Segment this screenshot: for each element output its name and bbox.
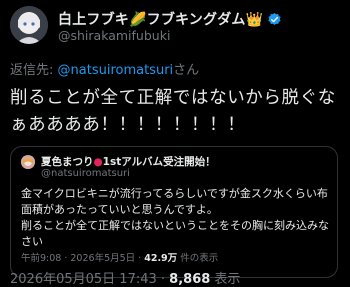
verified-badge-icon (268, 12, 281, 25)
quoted-name-text: 夏色まつり (41, 156, 94, 168)
author-display-name[interactable]: 白上フブキ🌽フブキングダム👑 (58, 9, 263, 29)
author-name-row: 白上フブキ🌽フブキングダム👑 (58, 9, 282, 29)
quoted-name-suffix: 1stアルバム受注開始！ (102, 156, 216, 168)
quoted-avatar-image-icon (21, 156, 35, 169)
quoted-handle[interactable]: @natsuiromatsuri (41, 168, 130, 179)
reply-to-mention-link[interactable]: @natsuiromatsuri (58, 63, 174, 78)
tweet-meta: 2026年05月05日 17:43 · 8,868 表示 (10, 268, 240, 287)
avatar[interactable] (10, 6, 48, 44)
quoted-name-mark-icon: ● (93, 156, 103, 168)
reply-to-line: 返信先: @natsuiromatsuriさん (10, 59, 199, 78)
author-handle[interactable]: @shirakamifubuki (58, 28, 170, 43)
quoted-views-value: 42.9万 (144, 253, 178, 264)
tweet-text: 削ることが全て正解ではないから脱ぐなぁああああ！！！！！！！！ (10, 88, 336, 135)
quoted-text-line2: 削ることが全て正解ではないということをその胸に刻み込みなさい (21, 219, 329, 248)
tweet-views-label: 表示 (210, 272, 241, 287)
quoted-display-name[interactable]: 夏色まつり●1stアルバム受注開始！ (41, 154, 216, 169)
quoted-meta: 午前9:08 · 2026年5月5日 · 42.9万 件の表示 (21, 250, 218, 264)
tweet-views-value: 8,868 (169, 272, 211, 287)
tweet-datetime[interactable]: 2026年05月05日 17:43 · (10, 272, 169, 287)
quoted-text: 金マイクロビキニが流行ってるらしいですが金スク水くらい布面積があったっていいと思… (21, 186, 331, 250)
quoted-text-line1: 金マイクロビキニが流行ってるらしいですが金スク水くらい布面積があったっていいと思… (21, 187, 328, 216)
reply-to-suffix: さん (173, 63, 200, 78)
quoted-time[interactable]: 午前9:08 · 2026年5月5日 · (21, 253, 144, 264)
quoted-avatar[interactable] (21, 155, 35, 169)
avatar-image-icon (10, 6, 48, 44)
quoted-views-label: 件の表示 (177, 253, 219, 264)
quoted-tweet-card[interactable]: 夏色まつり●1stアルバム受注開始！ @natsuiromatsuri 金マイク… (10, 146, 338, 278)
reply-to-prefix: 返信先: (10, 63, 58, 78)
